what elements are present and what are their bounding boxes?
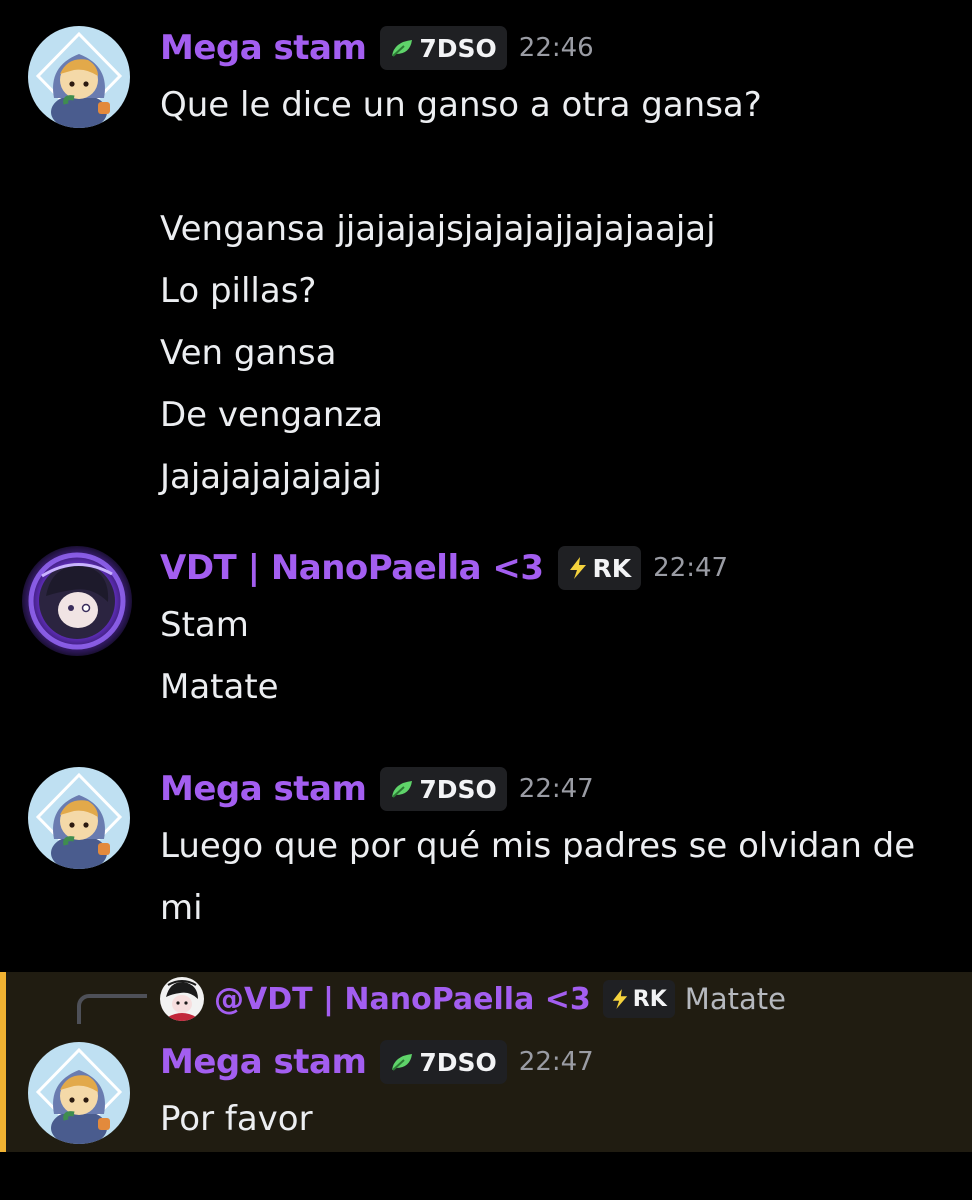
message-header: VDT | NanoPaella <3 RK 22:47	[160, 540, 728, 596]
username[interactable]: Mega stam	[160, 28, 367, 68]
guild-tag[interactable]: 7DSO	[380, 26, 507, 70]
message-header: Mega stam 7DSO 22:47	[160, 1034, 594, 1090]
mention-highlight-bar	[0, 972, 6, 1152]
guild-tag-label: 7DSO	[419, 1047, 497, 1077]
message-line: De venganza	[160, 395, 384, 435]
reply-avatar	[160, 977, 204, 1021]
lightning-icon	[568, 556, 588, 580]
guild-tag[interactable]: RK	[557, 546, 642, 590]
guild-tag-label: RK	[592, 553, 632, 583]
message-line: Lo pillas?	[160, 271, 317, 311]
lightning-icon	[611, 988, 629, 1010]
leaf-icon	[390, 779, 414, 799]
reply-spine	[77, 994, 147, 1024]
guild-tag-label: 7DSO	[419, 33, 497, 63]
message-line: Ven gansa	[160, 333, 337, 373]
guild-tag[interactable]: 7DSO	[380, 767, 507, 811]
reply-preview: Matate	[684, 982, 786, 1016]
guild-tag-label: 7DSO	[419, 774, 497, 804]
leaf-icon	[390, 1052, 414, 1072]
avatar[interactable]	[28, 767, 130, 869]
message-content: Stam Matate	[160, 594, 944, 718]
reply-author[interactable]: @VDT | NanoPaella <3	[214, 982, 591, 1017]
message-header: Mega stam 7DSO 22:47	[160, 761, 594, 817]
message-line: Jajajajajajajaj	[160, 457, 382, 497]
message-line: Stam	[160, 605, 249, 645]
reply-guild-tag[interactable]: RK	[602, 980, 675, 1018]
reply-reference[interactable]: @VDT | NanoPaella <3 RK Matate	[160, 976, 786, 1022]
message-line: Luego que por qué mis padres se olvidan …	[160, 826, 916, 928]
timestamp: 22:47	[518, 774, 594, 804]
avatar[interactable]	[28, 1042, 130, 1144]
timestamp: 22:47	[653, 553, 729, 583]
timestamp: 22:47	[518, 1047, 594, 1077]
avatar[interactable]	[22, 546, 132, 656]
username[interactable]: Mega stam	[160, 1042, 367, 1082]
message-line: Vengansa jjajajajsjajajajjajajaajaj	[160, 209, 716, 249]
timestamp: 22:46	[518, 33, 594, 63]
leaf-icon	[390, 38, 414, 58]
message-line: Que le dice un ganso a otra gansa?	[160, 85, 762, 125]
message-content: Que le dice un ganso a otra gansa? Venga…	[160, 74, 944, 508]
message-header: Mega stam 7DSO 22:46	[160, 20, 594, 76]
message-line: Por favor	[160, 1099, 313, 1139]
guild-tag[interactable]: 7DSO	[380, 1040, 507, 1084]
reply-guild-tag-label: RK	[632, 986, 667, 1012]
avatar[interactable]	[28, 26, 130, 128]
message-line: Matate	[160, 667, 279, 707]
message-content: Por favor	[160, 1088, 944, 1150]
username[interactable]: VDT | NanoPaella <3	[160, 548, 544, 588]
message-content: Luego que por qué mis padres se olvidan …	[160, 815, 948, 939]
username[interactable]: Mega stam	[160, 769, 367, 809]
